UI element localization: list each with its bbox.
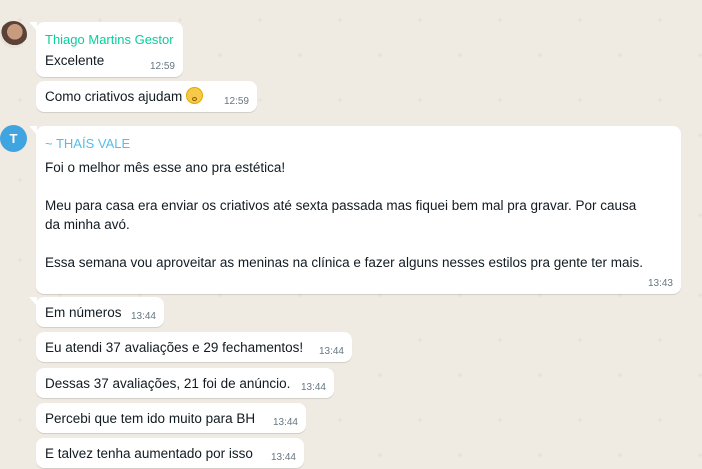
message-time: 13:44 <box>300 382 326 393</box>
message-time: 13:43 <box>647 278 673 289</box>
message-text: Excelente <box>45 53 105 68</box>
message-time: 13:44 <box>270 452 296 463</box>
avatar[interactable]: T <box>0 125 27 152</box>
message-bubble[interactable]: Em números 13:44 <box>29 297 164 327</box>
message-bubble[interactable]: Dessas 37 avaliações, 21 foi de anúncio.… <box>36 368 334 398</box>
message-time: 12:59 <box>149 61 175 72</box>
message-text: Eu atendi 37 avaliações e 29 fechamentos… <box>45 340 304 355</box>
message-paragraph: Meu para casa era enviar os criativos at… <box>45 198 637 232</box>
message-text: Como criativos ajudam <box>45 89 183 104</box>
message-text: Dessas 37 avaliações, 21 foi de anúncio. <box>45 376 291 391</box>
message-bubble[interactable]: Percebi que tem ido muito para BH 13:44 <box>36 403 306 433</box>
sender-name[interactable]: ~ THAÍS VALE <box>45 134 672 153</box>
message-bubble[interactable]: Thiago Martins Gestor Excelente 12:59 <box>29 22 183 77</box>
avatar[interactable] <box>0 21 27 48</box>
message-time: 13:44 <box>130 311 156 322</box>
message-bubble[interactable]: Como criativos ajudam 12:59 <box>36 81 257 112</box>
message-paragraph: Essa semana vou aproveitar as meninas na… <box>45 255 644 270</box>
message-time: 13:44 <box>318 346 344 357</box>
message-bubble[interactable]: E talvez tenha aumentado por isso 13:44 <box>36 438 304 468</box>
message-time: 13:44 <box>272 417 298 428</box>
message-time: 12:59 <box>223 96 249 107</box>
message-paragraph: Foi o melhor mês esse ano pra estética! <box>45 160 286 175</box>
message-text: Em números <box>45 305 122 320</box>
message-text: Percebi que tem ido muito para BH <box>45 411 256 426</box>
message-bubble[interactable]: Eu atendi 37 avaliações e 29 fechamentos… <box>36 332 352 362</box>
message-text: E talvez tenha aumentado por isso <box>45 446 253 461</box>
sender-name[interactable]: Thiago Martins Gestor <box>45 30 174 49</box>
message-bubble[interactable]: ~ THAÍS VALE Foi o melhor mês esse ano p… <box>29 126 681 294</box>
worried-face-icon <box>186 87 204 104</box>
